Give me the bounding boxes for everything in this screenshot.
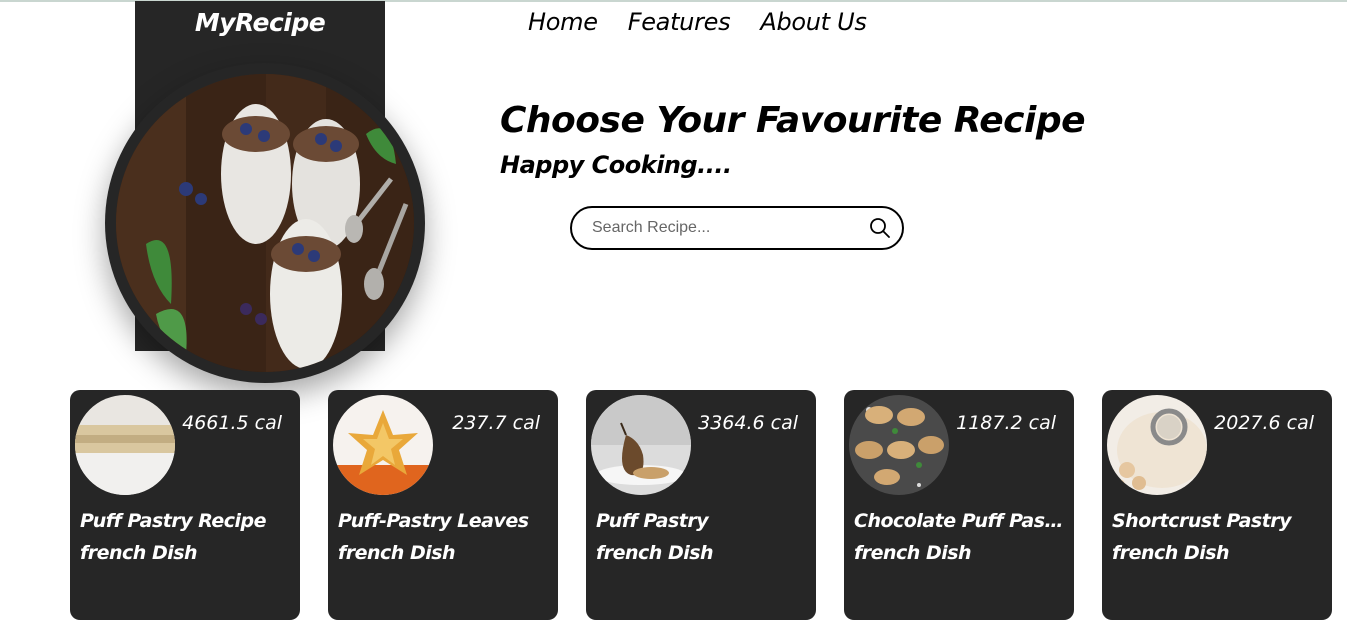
recipe-calories: 4661.5 cal — [182, 412, 282, 434]
recipe-cuisine: french Dish — [596, 542, 714, 564]
recipe-card[interactable]: 3364.6 cal Puff Pastry french Dish — [586, 390, 816, 620]
recipe-card[interactable]: 1187.2 cal Chocolate Puff Past... french… — [844, 390, 1074, 620]
recipe-title: Puff Pastry Recipe — [80, 510, 267, 532]
recipe-card-list: 4661.5 cal Puff Pastry Recipe french Dis… — [70, 390, 1332, 620]
recipe-calories: 237.7 cal — [452, 412, 540, 434]
search-icon[interactable] — [868, 216, 892, 240]
recipe-title: Puff-Pastry Leaves — [338, 510, 529, 532]
recipe-thumbnail — [591, 395, 691, 495]
recipe-cuisine: french Dish — [1112, 542, 1230, 564]
recipe-card[interactable]: 237.7 cal Puff-Pastry Leaves french Dish — [328, 390, 558, 620]
nav-features-link[interactable]: Features — [628, 8, 731, 36]
recipe-thumbnail — [849, 395, 949, 495]
recipe-calories: 1187.2 cal — [956, 412, 1056, 434]
page-headline: Choose Your Favourite Recipe — [500, 100, 1086, 141]
recipe-thumbnail — [75, 395, 175, 495]
recipe-thumbnail — [333, 395, 433, 495]
page-subheadline: Happy Cooking.... — [500, 151, 732, 179]
recipe-cuisine: french Dish — [854, 542, 972, 564]
recipe-thumbnail — [1107, 395, 1207, 495]
recipe-title: Chocolate Puff Past... — [854, 510, 1066, 532]
nav-home-link[interactable]: Home — [528, 8, 598, 36]
recipe-calories: 3364.6 cal — [698, 412, 798, 434]
hero-dessert-image — [116, 74, 414, 372]
recipe-card[interactable]: 4661.5 cal Puff Pastry Recipe french Dis… — [70, 390, 300, 620]
recipe-card[interactable]: 2027.6 cal Shortcrust Pastry french Dish — [1102, 390, 1332, 620]
recipe-cuisine: french Dish — [80, 542, 198, 564]
hero-image-frame — [105, 63, 425, 383]
recipe-calories: 2027.6 cal — [1214, 412, 1314, 434]
brand-logo-text[interactable]: MyRecipe — [135, 8, 385, 37]
search-input[interactable] — [592, 219, 868, 237]
recipe-title: Shortcrust Pastry — [1112, 510, 1292, 532]
recipe-cuisine: french Dish — [338, 542, 456, 564]
main-nav: Home Features About Us — [528, 8, 867, 36]
recipe-title: Puff Pastry — [596, 510, 709, 532]
nav-about-link[interactable]: About Us — [760, 8, 867, 36]
search-bar — [570, 206, 904, 250]
